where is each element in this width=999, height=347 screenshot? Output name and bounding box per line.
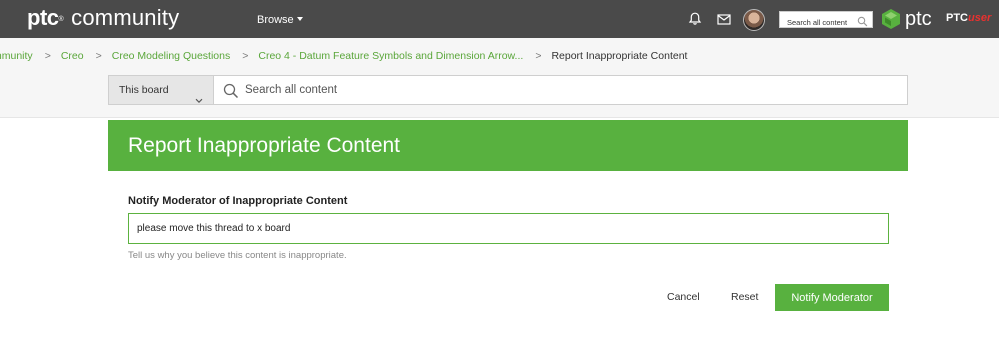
search-scope-value: This board (119, 84, 169, 96)
ptc-community-logo[interactable]: ptc® community (27, 5, 179, 31)
breadcrumb-separator: > (44, 50, 51, 62)
ptc-wordmark: ptc (905, 8, 932, 30)
search-icon[interactable] (223, 83, 239, 104)
breadcrumb-item-community[interactable]: mmunity (0, 50, 33, 62)
browse-menu[interactable]: Browse (257, 13, 303, 27)
ptcuser-prefix: PTC (946, 12, 968, 24)
logo-community-text: community (71, 5, 180, 30)
notify-moderator-button[interactable]: Notify Moderator (775, 284, 889, 311)
bell-icon[interactable] (687, 11, 703, 27)
breadcrumb-separator: > (535, 50, 542, 62)
report-reason-input[interactable] (128, 213, 889, 244)
breadcrumb-separator: > (242, 50, 249, 62)
notify-field-label: Notify Moderator of Inappropriate Conten… (128, 195, 348, 207)
reset-button[interactable]: Reset (731, 290, 758, 304)
logo-ptc-text: ptc (27, 5, 59, 30)
breadcrumb-search-band: mmunity > Creo > Creo Modeling Questions > Cre… (0, 38, 999, 118)
registered-mark: ® (58, 16, 64, 23)
breadcrumb-item-creo[interactable]: Creo (61, 50, 84, 62)
ptcuser-logo[interactable]: PTCuser (946, 11, 991, 25)
search-input[interactable] (245, 80, 895, 100)
ptc-logo-icon (882, 9, 900, 29)
ptcuser-suffix: user (968, 12, 992, 24)
search-scope-select[interactable]: This board (109, 76, 214, 104)
breadcrumb-separator: > (95, 50, 102, 62)
top-search-box[interactable] (779, 11, 873, 30)
avatar[interactable] (743, 9, 765, 31)
field-help-text: Tell us why you believe this content is … (128, 250, 347, 261)
breadcrumb-current: Report Inappropriate Content (551, 50, 688, 62)
page-title: Report Inappropriate Content (128, 134, 401, 157)
mail-icon[interactable] (716, 11, 732, 27)
caret-down-icon (296, 17, 303, 22)
content-search-bar: This board (108, 75, 908, 105)
top-navigation-bar: ptc® community Browse ptc PTCuser (0, 0, 999, 38)
content-search-field (215, 76, 907, 104)
report-panel-header: Report Inappropriate Content (108, 120, 908, 171)
breadcrumb-item-thread[interactable]: Creo 4 - Datum Feature Symbols and Dimen… (258, 50, 523, 62)
breadcrumb: mmunity > Creo > Creo Modeling Questions > Cre… (0, 49, 687, 63)
chevron-down-icon (195, 87, 203, 115)
breadcrumb-item-creo-modeling-questions[interactable]: Creo Modeling Questions (112, 50, 230, 62)
search-icon[interactable] (857, 14, 868, 32)
browse-label: Browse (257, 14, 294, 26)
cancel-button[interactable]: Cancel (667, 290, 700, 304)
ptc-brand-logo[interactable]: ptc (881, 8, 941, 30)
top-search-input[interactable] (780, 15, 852, 30)
